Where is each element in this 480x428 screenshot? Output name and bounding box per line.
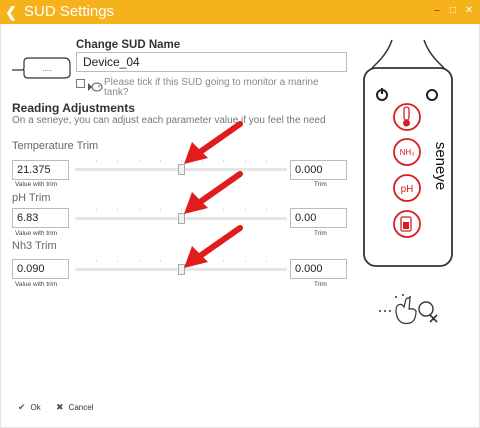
nh3-text: NH₃ <box>400 148 415 157</box>
sud-device-icon: .... <box>12 57 71 79</box>
slider-tick <box>117 209 119 211</box>
temperature-value-caption: Value with trim <box>15 181 58 188</box>
maximize-icon[interactable]: □ <box>446 4 460 18</box>
check-icon: ✔ <box>18 402 26 412</box>
slider-tick <box>159 209 161 211</box>
cancel-button[interactable]: ✖ Cancel <box>56 402 93 413</box>
ph-trim-caption: Trim <box>314 230 327 237</box>
temperature-trim-input[interactable] <box>290 160 347 180</box>
nh3-trim-input[interactable] <box>290 259 347 279</box>
ok-button[interactable]: ✔ Ok <box>18 402 41 413</box>
slider-tick <box>265 260 267 262</box>
nh3-value-caption: Value with trim <box>15 281 58 288</box>
back-icon[interactable]: ❮ <box>4 4 18 20</box>
slider-tick <box>96 160 98 162</box>
annotation-arrow <box>184 121 243 164</box>
temperature-trim-caption: Trim <box>314 181 327 188</box>
minimize-icon[interactable]: – <box>430 4 444 18</box>
close-icon[interactable]: ✕ <box>462 4 476 18</box>
title-bar: ❮ SUD Settings – □ ✕ <box>0 0 480 24</box>
seneye-device-illustration: NH₃ pH seneye <box>363 39 453 267</box>
ok-label: Ok <box>30 403 41 412</box>
seneye-brand-text: seneye <box>432 142 449 190</box>
ph-trim-input[interactable] <box>290 208 347 228</box>
slider-tick <box>159 260 161 262</box>
slider-tick <box>138 160 140 162</box>
ph-text: pH <box>401 184 414 195</box>
slider-tick <box>138 260 140 262</box>
slider-tick <box>117 160 119 162</box>
reading-adjustments-heading: Reading Adjustments <box>12 101 135 115</box>
temperature-trim-label: Temperature Trim <box>12 140 99 152</box>
slider-tick <box>265 209 267 211</box>
slider-tick <box>96 260 98 262</box>
slider-tick <box>96 209 98 211</box>
ph-value-caption: Value with trim <box>15 230 58 237</box>
window-controls: – □ ✕ <box>430 4 476 18</box>
marine-tank-label: Please tick if this SUD going to monitor… <box>104 77 319 98</box>
slider-tick <box>265 160 267 162</box>
nh3-trim-caption: Trim <box>314 281 327 288</box>
ph-trim-label: pH Trim <box>12 192 51 204</box>
window-title: SUD Settings <box>24 3 115 20</box>
temperature-value-input[interactable] <box>12 160 69 180</box>
tap-disconnect-icon[interactable] <box>376 287 440 327</box>
nh3-trim-label: Nh3 Trim <box>12 240 57 252</box>
x-icon: ✖ <box>56 402 64 412</box>
nh3-value-input[interactable] <box>12 259 69 279</box>
cancel-label: Cancel <box>68 403 94 412</box>
slider-tick <box>138 209 140 211</box>
device-dots: .... <box>43 64 52 73</box>
slider-tick <box>117 260 119 262</box>
marine-tank-checkbox[interactable] <box>76 79 85 88</box>
device-name-input[interactable] <box>76 52 347 72</box>
fish-icon <box>88 82 103 92</box>
change-name-heading: Change SUD Name <box>76 39 181 51</box>
annotation-arrow <box>184 225 243 268</box>
reading-adjustments-description: On a seneye, you can adjust each paramet… <box>12 115 326 126</box>
ph-value-input[interactable] <box>12 208 69 228</box>
annotation-arrow <box>184 171 243 214</box>
slider-tick <box>159 160 161 162</box>
